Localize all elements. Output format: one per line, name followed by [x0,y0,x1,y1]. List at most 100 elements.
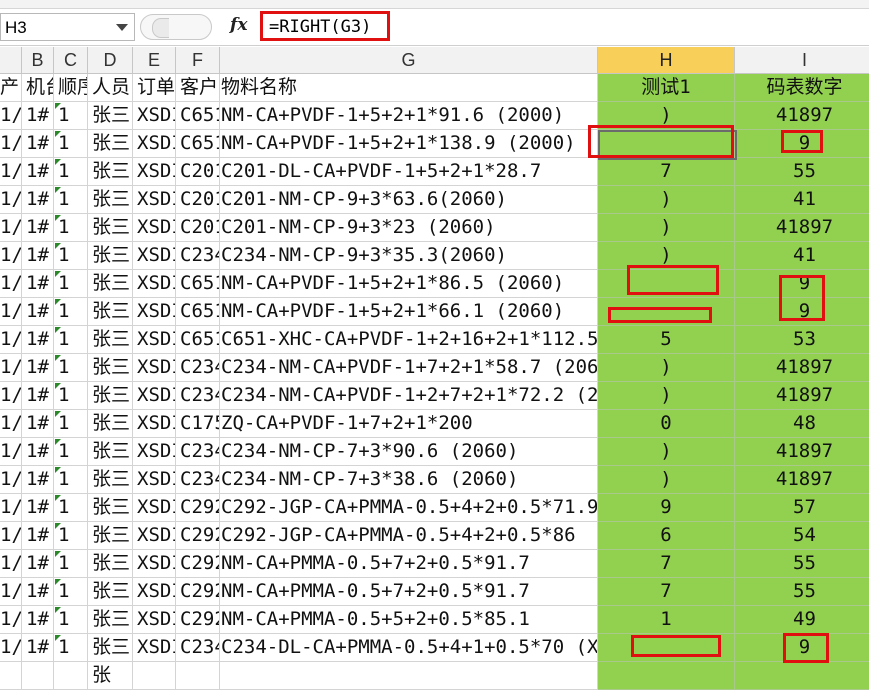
cell-d[interactable]: 张三 [88,578,133,606]
cell-f[interactable]: C651 [176,102,220,130]
cell-i[interactable]: 41 [735,242,869,270]
cell-f[interactable]: C201 [176,186,220,214]
cell-c[interactable]: 1 [54,606,88,634]
cell-f[interactable]: C651 [176,326,220,354]
cell-h[interactable]: 7 [598,578,735,606]
header-cell-a[interactable]: 产日 [0,74,22,102]
cell-d[interactable]: 张三 [88,242,133,270]
cell-c[interactable]: 1 [54,298,88,326]
cell-b[interactable]: 1# [22,270,54,298]
cell-d[interactable]: 张 [88,662,133,690]
cell-b[interactable]: 1# [22,522,54,550]
cell-e[interactable]: XSDI [133,382,176,410]
cell-b[interactable]: 1# [22,466,54,494]
cell-c[interactable]: 1 [54,466,88,494]
fx-icon[interactable]: fx [230,15,247,35]
cell-e[interactable]: XSDI [133,466,176,494]
cell-g[interactable]: C651-XHC-CA+PVDF-1+2+16+2+1*112.5 [220,326,598,354]
cell-d[interactable]: 张三 [88,186,133,214]
cell-h[interactable]: 7 [598,158,735,186]
cell-g[interactable] [220,662,598,690]
cell-i[interactable]: 41897 [735,214,869,242]
cell-h[interactable]: 9 [598,494,735,522]
cell-b[interactable]: 1# [22,214,54,242]
cell-a[interactable]: 1/1 [0,326,22,354]
cell-a[interactable]: 1/1 [0,382,22,410]
cell-h[interactable]: 0 [598,410,735,438]
cell-i[interactable]: 48 [735,410,869,438]
cell-d[interactable]: 张三 [88,354,133,382]
cell-b[interactable]: 1# [22,354,54,382]
cell-d[interactable]: 张三 [88,270,133,298]
cell-b[interactable] [22,662,54,690]
cell-c[interactable]: 1 [54,410,88,438]
cell-g[interactable]: C292-JGP-CA+PMMA-0.5+4+2+0.5*71.9 [220,494,598,522]
cell-b[interactable]: 1# [22,634,54,662]
cell-h[interactable]: 6 [598,522,735,550]
cell-g[interactable]: C201-NM-CP-9+3*63.6(2060) [220,186,598,214]
cell-e[interactable]: XSDI [133,494,176,522]
formula-bar-handle[interactable] [140,14,212,40]
cell-g[interactable]: C234-NM-CP-7+3*38.6 (2060) [220,466,598,494]
cell-a[interactable]: 1/1 [0,130,22,158]
cell-g[interactable]: C234-NM-CA+PVDF-1+7+2+1*58.7 (2060 [220,354,598,382]
cell-i[interactable]: 55 [735,578,869,606]
cell-g[interactable]: NM-CA+PMMA-0.5+7+2+0.5*91.7 [220,550,598,578]
cell-c[interactable]: 1 [54,550,88,578]
cell-a[interactable]: 1/1 [0,186,22,214]
cell-f[interactable]: C651 [176,298,220,326]
cell-b[interactable]: 1# [22,438,54,466]
cell-b[interactable]: 1# [22,130,54,158]
cell-a[interactable]: 1/3 [0,578,22,606]
cell-a[interactable]: 1/1 [0,354,22,382]
column-header-i[interactable]: I [735,47,869,74]
cell-c[interactable]: 1 [54,158,88,186]
cell-f[interactable]: C292 [176,522,220,550]
cell-g[interactable]: ZQ-CA+PVDF-1+7+2+1*200 [220,410,598,438]
cell-d[interactable]: 张三 [88,466,133,494]
cell-h[interactable]: 1 [598,606,735,634]
cell-e[interactable]: XSDI [133,634,176,662]
cell-g[interactable]: C201-DL-CA+PVDF-1+5+2+1*28.7 [220,158,598,186]
cell-d[interactable]: 张三 [88,606,133,634]
cell-f[interactable]: C234 [176,354,220,382]
cell-h[interactable]: 7 [598,550,735,578]
cell-c[interactable]: 1 [54,522,88,550]
cell-c[interactable]: 1 [54,634,88,662]
cell-i[interactable]: 55 [735,550,869,578]
cell-f[interactable]: C234 [176,466,220,494]
cell-i[interactable]: 53 [735,326,869,354]
cell-h[interactable]: ) [598,214,735,242]
cell-h[interactable] [598,270,735,298]
cell-c[interactable]: 1 [54,494,88,522]
cell-g[interactable]: C234-DL-CA+PMMA-0.5+4+1+0.5*70 (XH [220,634,598,662]
cell-g[interactable]: C234-NM-CA+PVDF-1+2+7+2+1*72.2 (20 [220,382,598,410]
cell-e[interactable]: XSDI [133,158,176,186]
cell-b[interactable]: 1# [22,102,54,130]
cell-c[interactable]: 1 [54,438,88,466]
cell-c[interactable]: 1 [54,102,88,130]
cell-a[interactable]: 1/1 [0,270,22,298]
cell-c[interactable]: 1 [54,326,88,354]
cell-b[interactable]: 1# [22,382,54,410]
column-header-edge[interactable] [0,47,22,74]
cell-a[interactable]: 1/3 [0,494,22,522]
cell-a[interactable]: 1/1 [0,214,22,242]
cell-d[interactable]: 张三 [88,438,133,466]
cell-b[interactable]: 1# [22,494,54,522]
column-header-f[interactable]: F [176,47,220,74]
header-cell-h[interactable]: 测试1 [598,74,735,102]
cell-c[interactable]: 1 [54,382,88,410]
cell-i[interactable]: 41897 [735,438,869,466]
formula-input[interactable]: =RIGHT(G3) [260,11,390,41]
cell-e[interactable]: XSDI [133,438,176,466]
cell-h[interactable] [598,662,735,690]
cell-i[interactable]: 55 [735,158,869,186]
cell-d[interactable]: 张三 [88,634,133,662]
cell-f[interactable]: C651 [176,130,220,158]
cell-i[interactable]: 9 [735,130,869,158]
cell-c[interactable]: 1 [54,578,88,606]
cell-d[interactable]: 张三 [88,214,133,242]
cell-i[interactable]: 41897 [735,354,869,382]
cell-e[interactable]: XSDI [133,606,176,634]
